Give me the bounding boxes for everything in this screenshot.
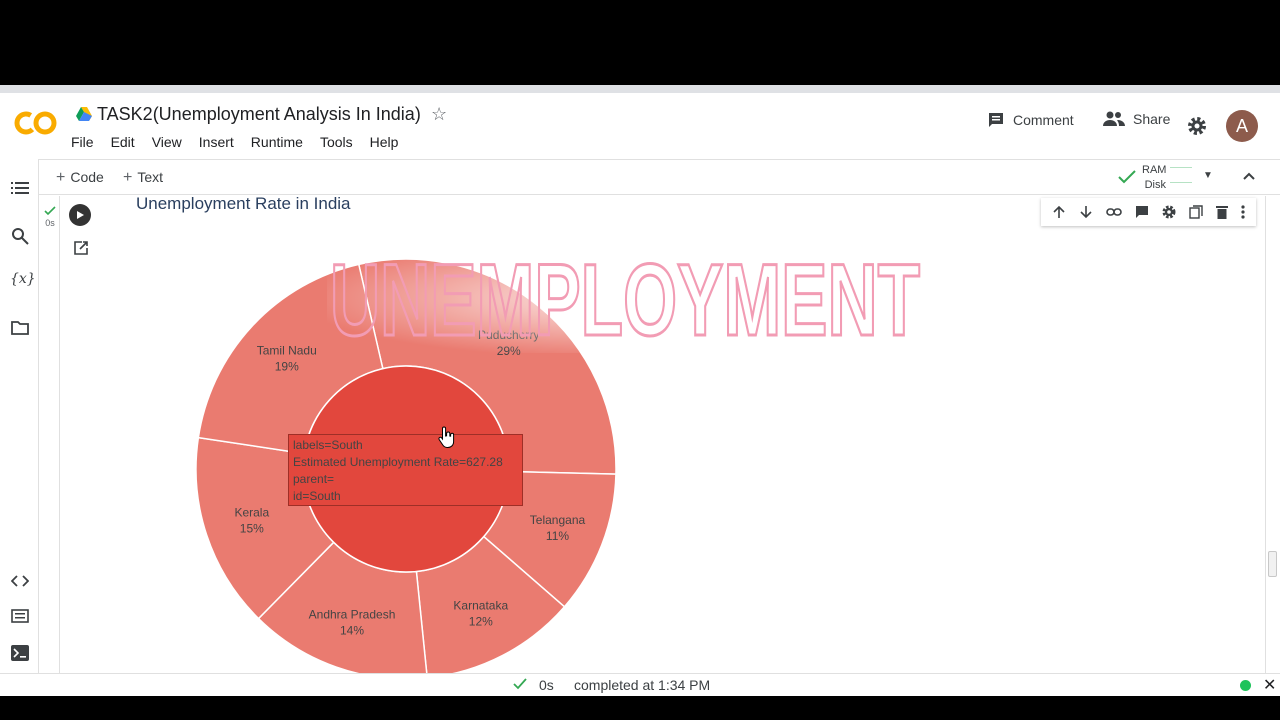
- status-completed[interactable]: completed at 1:34 PM: [574, 677, 710, 693]
- tooltip-line: Estimated Unemployment Rate=627.28: [293, 455, 503, 469]
- segment-label: Andhra Pradesh: [309, 607, 396, 621]
- close-icon[interactable]: ✕: [1263, 675, 1276, 695]
- tooltip-line: id=South: [293, 489, 341, 503]
- segment-percent: 12%: [469, 614, 493, 628]
- status-bar: 0s completed at 1:34 PM ✕: [0, 673, 1280, 696]
- check-icon: [513, 678, 527, 690]
- sunburst-chart[interactable]: Puducherry29%Telangana11%Karnataka12%And…: [0, 93, 1280, 696]
- colab-app: TASK2(Unemployment Analysis In India) ☆ …: [0, 93, 1280, 696]
- segment-percent: 14%: [340, 623, 364, 637]
- tooltip-line: parent=: [293, 472, 335, 486]
- scrollbar-thumb[interactable]: [1268, 551, 1277, 577]
- connection-status-dot: [1240, 680, 1251, 691]
- segment-label: Kerala: [234, 505, 269, 519]
- status-exec-time: 0s: [539, 677, 554, 693]
- tooltip-line: labels=South: [293, 438, 363, 452]
- screen: TASK2(Unemployment Analysis In India) ☆ …: [0, 0, 1280, 720]
- segment-percent: 11%: [546, 529, 569, 543]
- hand-cursor-icon: [438, 426, 455, 448]
- segment-label: Telangana: [530, 513, 586, 527]
- hover-tooltip: labels=South Estimated Unemployment Rate…: [288, 434, 523, 506]
- segment-percent: 15%: [240, 521, 264, 535]
- unemployment-watermark: UNEMPLOYMENT: [327, 243, 927, 353]
- watermark-text: UNEMPLOYMENT: [330, 243, 920, 353]
- segment-percent: 19%: [275, 360, 299, 374]
- segment-label: Tamil Nadu: [257, 344, 317, 358]
- segment-label: Karnataka: [453, 598, 508, 612]
